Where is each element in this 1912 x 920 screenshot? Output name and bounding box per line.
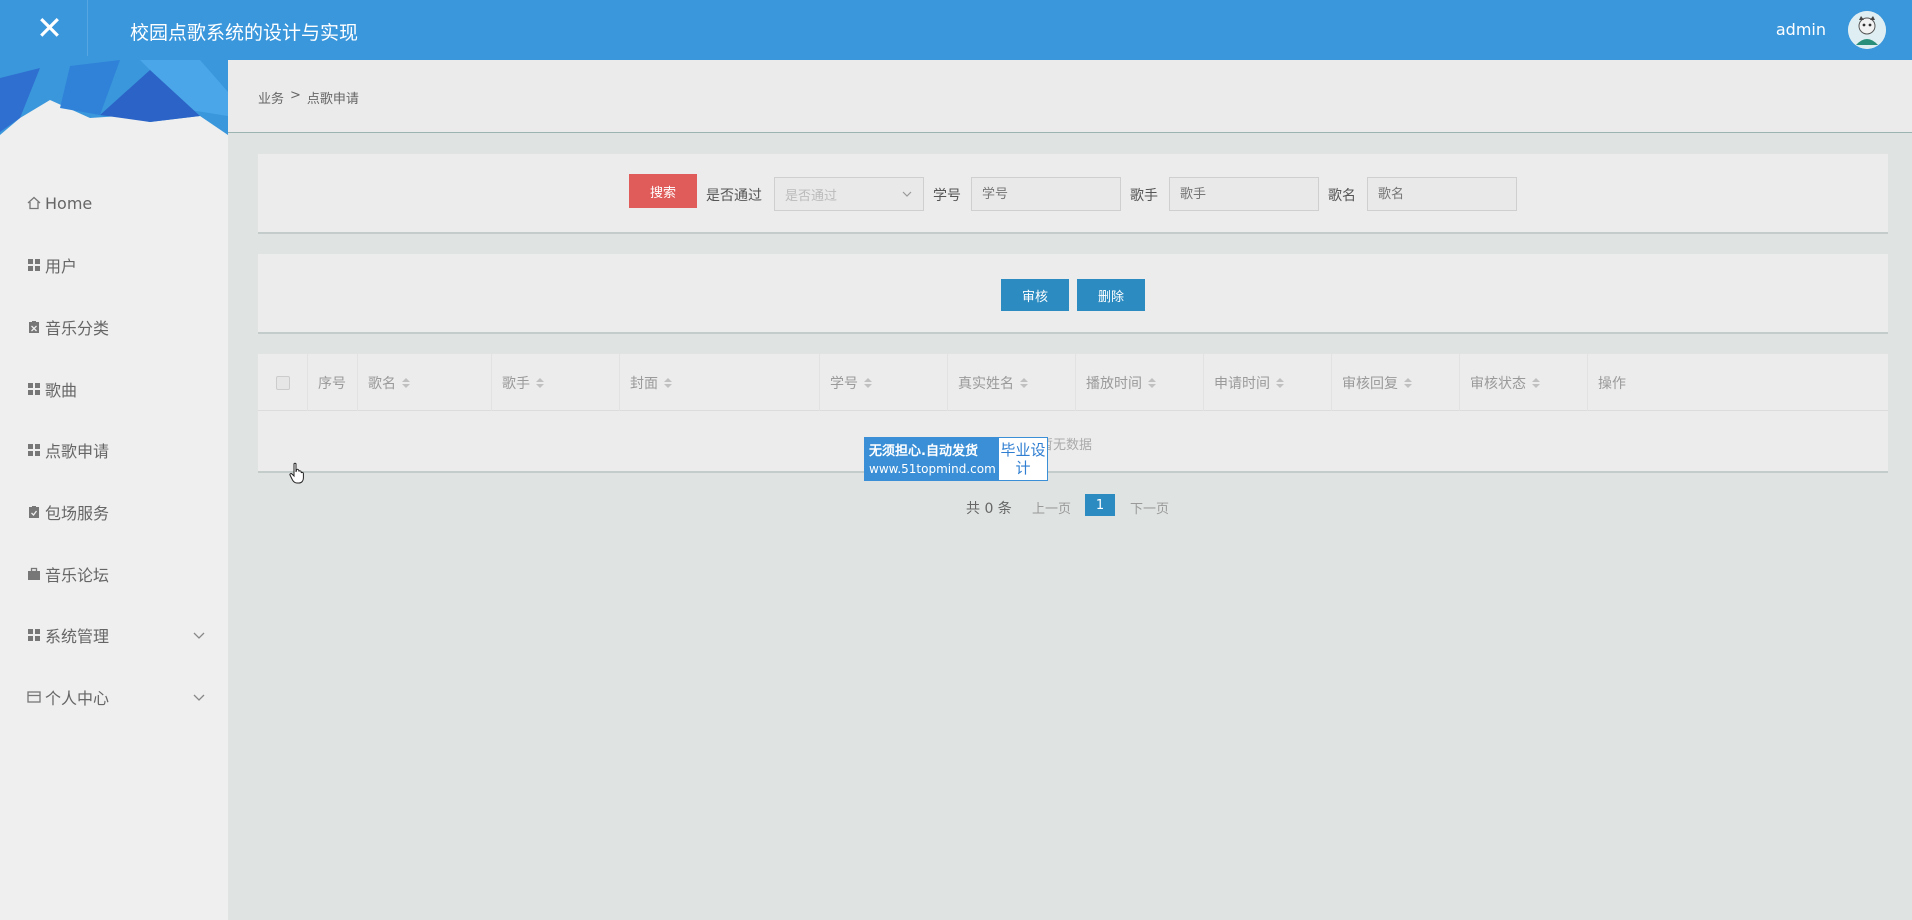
watermark-line1: 无须担心.自动发货 (869, 444, 978, 459)
watermark-line2: www.51topmind.com (869, 462, 996, 476)
column-header-play-time[interactable]: 播放时间 (1076, 354, 1204, 411)
next-page-button[interactable]: 下一页 (1130, 498, 1169, 517)
sidebar-item-system-management[interactable]: 系统管理 (0, 615, 228, 655)
column-header-label: 真实姓名 (958, 375, 1014, 392)
sidebar-item-label: 用户 (45, 257, 78, 276)
song-input[interactable] (1367, 177, 1517, 211)
sort-icon[interactable] (1020, 377, 1028, 388)
breadcrumb-bar: 业务 > 点歌申请 (228, 60, 1912, 133)
column-header-label: 歌手 (502, 375, 530, 392)
column-header-singer[interactable]: 歌手 (492, 354, 620, 411)
briefcase-icon (27, 567, 41, 581)
search-button[interactable]: 搜索 (629, 174, 697, 208)
sidebar-item-label: 音乐分类 (45, 319, 110, 338)
top-bar: ✕ 校园点歌系统的设计与实现 admin (0, 0, 1912, 60)
close-icon[interactable]: ✕ (12, 0, 88, 56)
breadcrumb-current: 点歌申请 (306, 92, 359, 107)
review-button[interactable]: 审核 (1001, 279, 1069, 311)
chevron-down-icon (901, 188, 913, 200)
sidebar-item-music-category[interactable]: 音乐分类 (0, 307, 228, 347)
passed-label: 是否通过 (706, 188, 762, 204)
sidebar-item-label: 音乐论坛 (45, 566, 110, 585)
column-header-label: 封面 (630, 375, 658, 392)
grid-icon (27, 258, 41, 272)
sidebar-item-music-forum[interactable]: 音乐论坛 (0, 554, 228, 594)
sort-icon[interactable] (402, 377, 410, 388)
watermark-badge: 无须担心.自动发货 www.51topmind.com 毕业设计 (864, 437, 1048, 481)
hand-cursor-icon (289, 462, 304, 484)
breadcrumb-separator: > (290, 88, 301, 103)
sidebar-item-songs[interactable]: 歌曲 (0, 369, 228, 409)
grid-icon (27, 628, 41, 642)
column-header-review-status[interactable]: 审核状态 (1460, 354, 1588, 411)
clipboard-icon (27, 320, 41, 334)
select-all-checkbox[interactable] (275, 375, 290, 390)
column-header-label: 歌名 (368, 375, 396, 392)
column-header-label: 审核状态 (1470, 375, 1526, 392)
grid-icon (27, 382, 41, 396)
user-name[interactable]: admin (1776, 20, 1826, 39)
sidebar-banner (0, 60, 228, 135)
app-title: 校园点歌系统的设计与实现 (130, 22, 359, 44)
student-no-label: 学号 (933, 188, 961, 204)
singer-label: 歌手 (1130, 188, 1158, 204)
page-number-button[interactable]: 1 (1085, 494, 1115, 516)
watermark-tag: 毕业设计 (999, 438, 1047, 480)
sort-icon[interactable] (1404, 377, 1412, 388)
data-table: 序号 歌名 歌手 封面 学号 真实姓名 播放时间 申请时间 审核回复 审核状态 … (258, 354, 1888, 473)
sidebar-item-label: Home (45, 193, 93, 213)
card-icon (27, 690, 41, 704)
sidebar-item-home[interactable]: Home (0, 183, 228, 223)
sidebar-item-label: 歌曲 (45, 381, 78, 400)
column-header-song[interactable]: 歌名 (358, 354, 492, 411)
sort-icon[interactable] (1148, 377, 1156, 388)
prev-page-button[interactable]: 上一页 (1032, 498, 1071, 517)
column-header-student-no[interactable]: 学号 (820, 354, 948, 411)
sidebar-item-label: 个人中心 (45, 689, 110, 708)
sort-icon[interactable] (1276, 377, 1284, 388)
breadcrumb-root[interactable]: 业务 (258, 88, 284, 107)
column-header-label: 序号 (318, 375, 346, 392)
sort-icon[interactable] (1532, 377, 1540, 388)
pagination: 共 0 条 上一页 1 下一页 (0, 494, 1912, 518)
column-header-label: 学号 (830, 375, 858, 392)
column-header-label: 申请时间 (1214, 375, 1270, 392)
column-header-label: 播放时间 (1086, 375, 1142, 392)
singer-input[interactable] (1169, 177, 1319, 211)
select-all-cell (258, 354, 308, 411)
action-panel: 审核 删除 (258, 254, 1888, 334)
sidebar-item-label: 系统管理 (45, 627, 110, 646)
song-label: 歌名 (1328, 188, 1356, 204)
sidebar-item-label: 点歌申请 (45, 442, 110, 461)
sort-icon[interactable] (864, 377, 872, 388)
total-count: 共 0 条 (966, 501, 1012, 517)
search-panel: 搜索 是否通过 是否通过 学号 歌手 歌名 (258, 154, 1888, 234)
column-header-cover[interactable]: 封面 (620, 354, 820, 411)
sort-icon[interactable] (664, 377, 672, 388)
breadcrumb: 业务 > 点歌申请 (258, 88, 359, 107)
sort-icon[interactable] (536, 377, 544, 388)
column-header-review-reply[interactable]: 审核回复 (1332, 354, 1460, 411)
chevron-down-icon (192, 627, 206, 641)
sidebar: Home 用户 音乐分类 歌曲 点歌申请 包场服务 音乐论坛 系统管理 个人中心 (0, 60, 228, 920)
column-header-label: 操作 (1598, 375, 1626, 392)
column-header-real-name[interactable]: 真实姓名 (948, 354, 1076, 411)
sidebar-item-users[interactable]: 用户 (0, 245, 228, 285)
sidebar-item-song-request[interactable]: 点歌申请 (0, 430, 228, 470)
passed-select-value: 是否通过 (785, 188, 838, 204)
chevron-down-icon (192, 689, 206, 703)
student-no-input[interactable] (971, 177, 1121, 211)
delete-button[interactable]: 删除 (1077, 279, 1145, 311)
column-header-label: 审核回复 (1342, 375, 1398, 392)
table-header: 序号 歌名 歌手 封面 学号 真实姓名 播放时间 申请时间 审核回复 审核状态 … (258, 354, 1888, 411)
home-icon (27, 196, 41, 210)
passed-select[interactable]: 是否通过 (774, 177, 924, 211)
column-header-apply-time[interactable]: 申请时间 (1204, 354, 1332, 411)
column-header-actions: 操作 (1588, 354, 1888, 411)
column-header-index: 序号 (308, 354, 358, 411)
sidebar-item-personal-center[interactable]: 个人中心 (0, 677, 228, 717)
avatar[interactable] (1848, 11, 1886, 49)
grid-icon (27, 443, 41, 457)
